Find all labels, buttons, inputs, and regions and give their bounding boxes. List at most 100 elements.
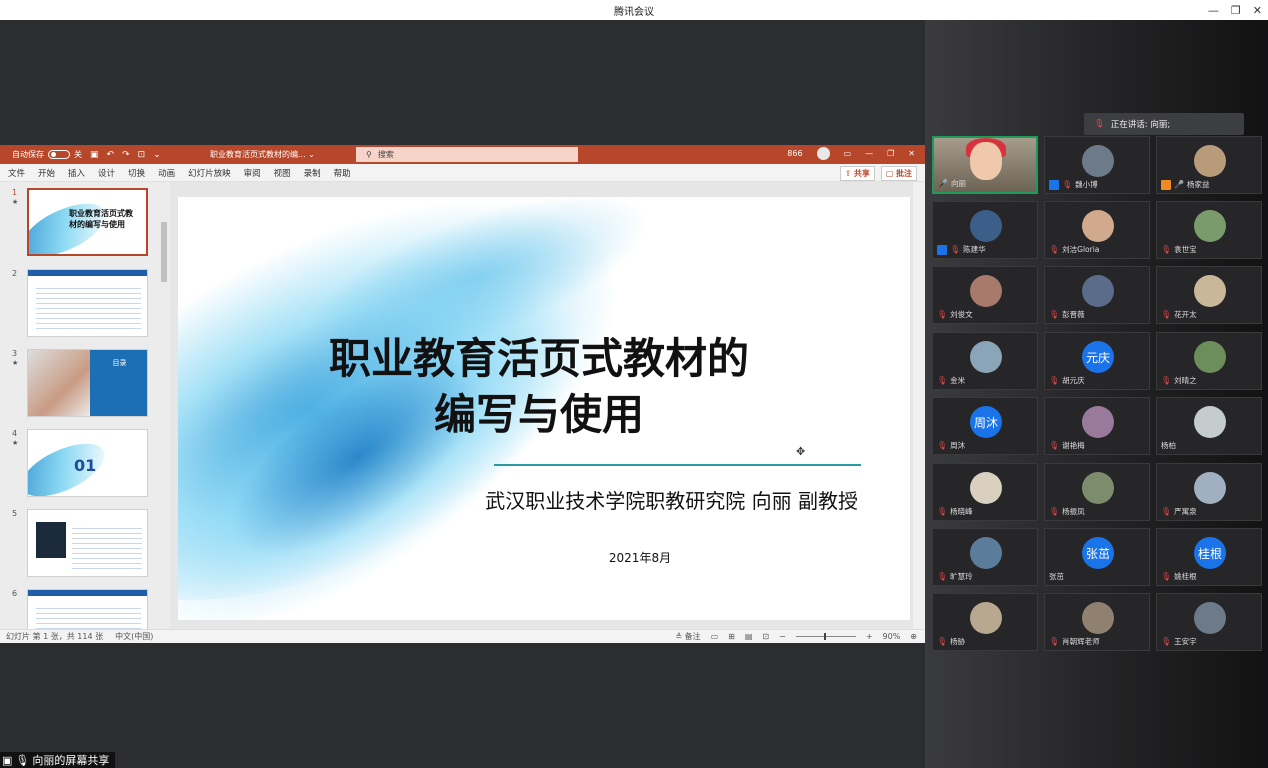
participant-tile[interactable]: 🎙 刘晴之 [1156, 332, 1262, 390]
slide-sorter-icon[interactable]: ⊞ [728, 632, 735, 641]
restore-icon[interactable]: ❐ [1231, 4, 1241, 17]
save-icon[interactable]: ▣ [90, 150, 99, 160]
slideshow-view-icon[interactable]: ⊡ [762, 632, 769, 641]
participant-tile[interactable]: 元庆 🎙 胡元庆 [1044, 332, 1150, 390]
comment-button[interactable]: ▢ 批注 [880, 166, 917, 181]
participant-avatar: 张茁 [1082, 537, 1114, 569]
slide-thumbnail[interactable] [27, 509, 148, 577]
language[interactable]: 中文(中国) [115, 631, 153, 642]
participant-tile[interactable]: 🎙 严寓泉 [1156, 463, 1262, 521]
tab-help[interactable]: 帮助 [334, 167, 351, 179]
participant-avatar [1194, 145, 1226, 177]
thumbnail-row[interactable]: 1 ★ 职业教育活页式教材的编写与使用 [0, 188, 170, 258]
participant-tile[interactable]: 🎙 花开太 [1156, 266, 1262, 324]
ribbon-display-icon[interactable]: ▭ [844, 149, 852, 158]
slide-thumbnail[interactable] [27, 589, 148, 629]
slide-date[interactable]: 2021年8月 [578, 549, 702, 566]
slide-info: 幻灯片 第 1 张，共 114 张 [6, 632, 104, 641]
notes-button[interactable]: ≙ 备注 [675, 631, 700, 642]
ppt-restore-icon[interactable]: ❐ [887, 149, 894, 158]
mouse-cursor-icon: ✥ [796, 445, 806, 458]
participant-tile[interactable]: 🎙 旷慧玲 [932, 528, 1038, 586]
thumbnail-title: 01 [74, 456, 97, 475]
tab-insert[interactable]: 插入 [68, 167, 85, 179]
slide-title[interactable]: 职业教育活页式教材的 编写与使用 [258, 331, 820, 443]
undo-icon[interactable]: ↶ [107, 150, 115, 160]
customize-icon[interactable]: ⌄ [153, 150, 161, 160]
participant-tile[interactable]: 🎤 杨家益 [1156, 136, 1262, 194]
editor-scrollbar[interactable] [913, 182, 925, 629]
close-icon[interactable]: ✕ [1253, 4, 1262, 17]
participant-tile[interactable]: 🎙 彭晋薇 [1044, 266, 1150, 324]
autosave-toggle[interactable] [48, 150, 70, 159]
tab-review[interactable]: 审阅 [244, 167, 261, 179]
participant-avatar [1082, 210, 1114, 242]
participant-tile[interactable]: 张茁 张茁 [1044, 528, 1150, 586]
participant-tile[interactable]: 桂根 🎙 姚桂根 [1156, 528, 1262, 586]
thumbnail-number: 5 [12, 509, 18, 518]
participant-tile[interactable]: 周沐 🎙 周沐 [932, 397, 1038, 455]
participant-tile[interactable]: 🎙 陈建华 [932, 201, 1038, 259]
tab-transitions[interactable]: 切换 [128, 167, 145, 179]
participant-tile[interactable]: 🎙 刘俊文 [932, 266, 1038, 324]
participant-tile[interactable]: 🎙 杨振凤 [1044, 463, 1150, 521]
participant-avatar: 周沐 [970, 406, 1002, 438]
user-avatar[interactable] [816, 147, 830, 160]
slide-thumbnails-pane: 1 ★ 职业教育活页式教材的编写与使用 2 3 ★ 目录 4 ★ 01 5 6 [0, 182, 170, 629]
participant-tile[interactable]: 🎙 王安宇 [1156, 593, 1262, 651]
participant-tile[interactable]: 🎙 杨晓峰 [932, 463, 1038, 521]
participant-tile[interactable]: 🎙 杨胁 [932, 593, 1038, 651]
share-button[interactable]: ⇪ 共享 [839, 166, 875, 181]
thumbnails-scrollbar[interactable] [161, 222, 167, 282]
tab-design[interactable]: 设计 [98, 167, 115, 179]
participant-tile[interactable]: 🎙 金米 [932, 332, 1038, 390]
tab-record[interactable]: 录制 [304, 167, 321, 179]
participant-tile[interactable]: 🎙 肖朝辉老师 [1044, 593, 1150, 651]
ppt-minimize-icon[interactable]: — [865, 149, 873, 158]
zoom-level[interactable]: 90% [883, 632, 901, 641]
tab-animations[interactable]: 动画 [158, 167, 175, 179]
autosave[interactable]: 自动保存 关 [12, 149, 82, 160]
thumbnail-row[interactable]: 6 [0, 589, 170, 629]
thumbnail-row[interactable]: 3 ★ 目录 [0, 349, 170, 419]
zoom-out-icon[interactable]: − [779, 632, 786, 641]
ppt-close-icon[interactable]: ✕ [908, 149, 915, 158]
thumbnail-row[interactable]: 2 [0, 269, 170, 339]
slide-subtitle[interactable]: 武汉职业技术学院职教研究院 向丽 副教授 [358, 485, 858, 514]
slide-thumbnail[interactable]: 目录 [27, 349, 148, 417]
participant-tile[interactable]: 🎤 向丽 [932, 136, 1038, 194]
tab-view[interactable]: 视图 [274, 167, 291, 179]
thumbnail-row[interactable]: 4 ★ 01 [0, 429, 170, 499]
participant-tile[interactable]: 🎙 刘洁Gloria [1044, 201, 1150, 259]
zoom-in-icon[interactable]: + [866, 632, 873, 641]
slide-thumbnail[interactable]: 01 [27, 429, 148, 497]
window-controls: — ❐ ✕ [1208, 0, 1262, 20]
zoom-slider[interactable] [795, 633, 856, 640]
fit-slide-icon[interactable]: ⊕ [910, 632, 917, 641]
tab-home[interactable]: 开始 [38, 167, 55, 179]
participant-avatar [1082, 472, 1114, 504]
participant-name-row: 🎙 陈建华 [937, 244, 986, 255]
reading-view-icon[interactable]: ▤ [745, 632, 753, 641]
slide-thumbnail[interactable] [27, 269, 148, 337]
share-button-label: 共享 [853, 169, 870, 178]
ppt-title-right: 866 ▭ — ❐ ✕ [787, 147, 915, 160]
participant-tile[interactable]: 🎙 魏小博 [1044, 136, 1150, 194]
search-box[interactable]: ⚲ 搜索 [356, 147, 578, 162]
thumbnail-number: 1 [12, 188, 18, 197]
redo-icon[interactable]: ↷ [122, 150, 130, 160]
minimize-icon[interactable]: — [1208, 4, 1219, 17]
participant-tile[interactable]: 🎙 袁世宝 [1156, 201, 1262, 259]
normal-view-icon[interactable]: ▭ [711, 632, 719, 641]
ribbon-tabs: 文件 开始 插入 设计 切换 动画 幻灯片放映 审阅 视图 录制 帮助 ⇪ 共享… [0, 164, 925, 182]
current-slide[interactable]: 职业教育活页式教材的 编写与使用 武汉职业技术学院职教研究院 向丽 副教授 20… [178, 197, 910, 620]
tab-slideshow[interactable]: 幻灯片放映 [188, 167, 231, 179]
slide-thumbnail[interactable]: 职业教育活页式教材的编写与使用 [27, 188, 148, 256]
participant-tile[interactable]: 杨柏 [1156, 397, 1262, 455]
thumbnail-row[interactable]: 5 [0, 509, 170, 579]
participant-avatar [970, 275, 1002, 307]
present-icon[interactable]: ⊡ [138, 150, 146, 160]
document-title[interactable]: 职业教育活页式教材的编... ⌄ [210, 149, 315, 160]
participant-tile[interactable]: 🎙 谢艳梅 [1044, 397, 1150, 455]
tab-file[interactable]: 文件 [8, 167, 25, 179]
